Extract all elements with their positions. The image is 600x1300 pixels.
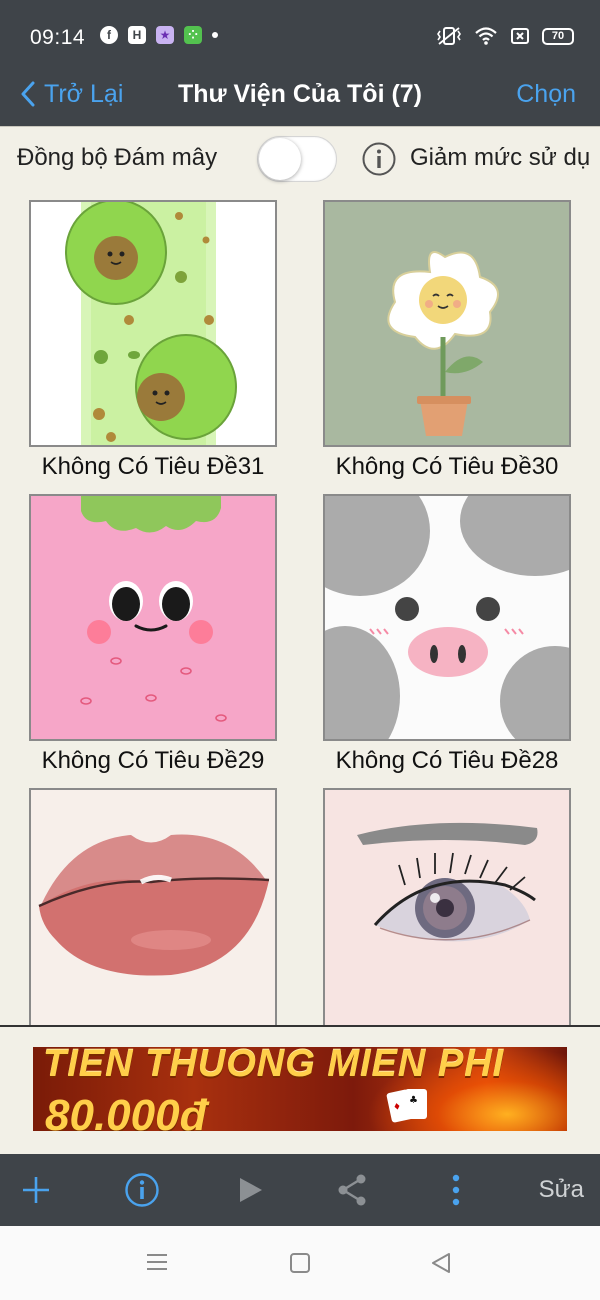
back-label: Trở Lại [44,79,124,108]
more-button[interactable] [440,1168,472,1212]
svg-text:♣: ♣ [409,1095,418,1106]
edit-button[interactable]: Sửa [539,1168,584,1212]
gallery-grid: Không Có Tiêu Đề31 Không Có Tiêu Đề30 Kh… [0,192,600,1026]
chevron-left-icon [21,81,35,107]
toggle-knob [259,138,301,180]
gallery-item-title: Không Có Tiêu Đề31 [41,453,265,480]
info-button[interactable] [120,1168,164,1212]
share-button[interactable] [332,1168,372,1212]
pig-drawing-thumbnail [323,494,571,741]
gallery-item[interactable]: Không Có Tiêu Đề30 [323,200,571,481]
cloud-sync-toggle[interactable] [257,136,337,182]
ad-area: TIEN THUONG MIEN PHI 80.000đ ♣ ♦ [0,1027,600,1154]
status-system-icons: 70 [436,26,574,46]
status-time: 09:14 [30,26,86,49]
battery-icon: 70 [542,27,574,45]
ad-amount: 80.000đ [45,1091,207,1131]
cloud-sync-label: Đồng bộ Đám mây [17,144,218,171]
add-button[interactable] [16,1168,56,1212]
gallery-item[interactable] [29,788,277,1026]
facebook-icon: f [100,26,118,44]
lips-drawing-thumbnail [29,788,277,1026]
reduce-usage-label: Giảm mức sử dụ [410,144,591,171]
info-circle-icon [125,1173,159,1207]
ad-headline: TIEN THUONG MIEN PHI [43,1047,505,1085]
wifi-icon [475,27,497,45]
gallery-item-title: Không Có Tiêu Đề29 [41,747,265,774]
game-app-icon: ★ [156,26,174,44]
strawberry-face-drawing-thumbnail [29,494,277,741]
play-button[interactable] [230,1168,270,1212]
status-bar: 09:14 f H ★ ⁘ 70 [0,0,600,62]
screen: 09:14 f H ★ ⁘ 70 Trở Lại Thư Viện Của Tô… [0,0,600,1300]
share-icon [338,1174,366,1206]
vibrate-icon [437,27,461,45]
bottom-toolbar: Sửa [0,1154,600,1226]
info-icon[interactable] [361,141,397,177]
green-app-icon: ⁘ [184,26,202,44]
back-button[interactable]: Trở Lại [20,72,123,116]
play-icon [240,1178,262,1202]
gallery-item[interactable]: Không Có Tiêu Đề29 [29,494,277,775]
back-icon[interactable] [430,1252,452,1274]
eye-drawing-thumbnail [323,788,571,1026]
avocado-drawing-thumbnail [29,200,277,447]
home-icon[interactable] [289,1252,311,1274]
status-app-icons: f H ★ ⁘ [100,26,218,44]
add-icon [23,1177,49,1203]
gallery-item[interactable] [323,788,571,1026]
gallery-item[interactable]: Không Có Tiêu Đề28 [323,494,571,775]
select-button[interactable]: Chọn [516,72,576,116]
flower-drawing-thumbnail [323,200,571,447]
cloud-sync-row: Đồng bộ Đám mây Giảm mức sử dụ [0,126,600,192]
box-icon [511,28,529,44]
ad-banner[interactable]: TIEN THUONG MIEN PHI 80.000đ ♣ ♦ [33,1047,567,1131]
more-vertical-icon [452,1174,460,1206]
gallery-item-title: Không Có Tiêu Đề30 [335,453,559,480]
notification-dot [212,32,218,38]
menu-icon[interactable] [145,1252,169,1272]
playing-cards-icon: ♣ ♦ [386,1089,427,1123]
gallery-item[interactable]: Không Có Tiêu Đề31 [29,200,277,481]
h-app-icon: H [128,26,146,44]
system-navigation-bar [0,1226,600,1300]
gallery-item-title: Không Có Tiêu Đề28 [335,747,559,774]
navigation-bar: Trở Lại Thư Viện Của Tôi (7) Chọn [0,62,600,126]
